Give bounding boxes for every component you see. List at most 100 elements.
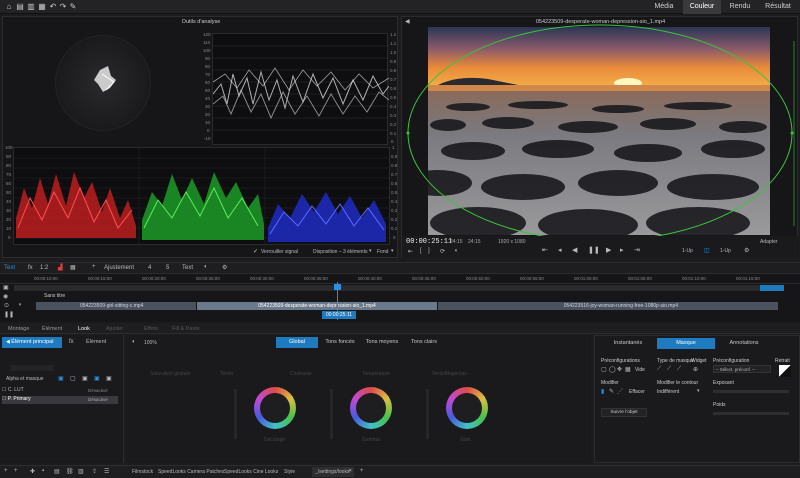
mask-paste-icon[interactable]: ▣ bbox=[82, 375, 88, 382]
redo-icon[interactable]: ↷ bbox=[58, 2, 68, 12]
tab-ratio[interactable]: 1:2 bbox=[40, 265, 48, 271]
clip-right[interactable]: 054223516-joy-woman-running-free-1080p-s… bbox=[438, 302, 778, 310]
eye-icon[interactable]: ◉ bbox=[3, 293, 8, 300]
next-clip-icon[interactable]: ⇥ bbox=[634, 246, 640, 254]
lock-icon[interactable]: ▣ bbox=[3, 284, 9, 291]
mask-copy-icon[interactable]: ▢ bbox=[70, 375, 76, 382]
color-wheel-offset[interactable] bbox=[254, 387, 296, 429]
tab-couleur[interactable]: Couleur bbox=[683, 0, 721, 14]
mask-add-icon[interactable]: ▣ bbox=[58, 375, 64, 382]
in-point-icon[interactable]: [ bbox=[420, 248, 422, 254]
timeline-scrollbar[interactable] bbox=[760, 285, 784, 291]
tab-global[interactable]: Global bbox=[276, 337, 318, 348]
color-wheel-gamma[interactable] bbox=[350, 387, 392, 429]
go-start-icon[interactable]: ⇤ bbox=[408, 248, 413, 255]
tab-look[interactable]: Look bbox=[78, 326, 90, 332]
scope-mode-dropdown[interactable]: Fond bbox=[377, 249, 388, 255]
shape-circle-icon[interactable]: ◯ bbox=[609, 366, 616, 373]
tab-4[interactable]: 4 bbox=[148, 265, 151, 271]
close-tab-icon[interactable]: ✕ bbox=[348, 468, 352, 474]
circle-icon[interactable]: ◐ bbox=[204, 264, 208, 270]
prev-clip-icon[interactable]: ⇤ bbox=[542, 246, 548, 254]
tab-5[interactable]: 5 bbox=[166, 265, 169, 271]
tab-tons-clairs[interactable]: Tons clairs bbox=[404, 337, 444, 348]
chevron-down-icon[interactable]: ▾ bbox=[369, 248, 372, 254]
play-icon[interactable]: ▶ bbox=[606, 246, 611, 254]
bottom-tab-camera-patches[interactable]: SpeedLooks Camera Patches bbox=[158, 469, 224, 475]
mask-type-free-icon[interactable]: ⟋ bbox=[677, 366, 681, 373]
tab-text-2[interactable]: Text bbox=[182, 265, 193, 271]
tab-tons-moyens[interactable]: Tons moyens bbox=[362, 337, 402, 348]
delete-icon[interactable]: ▪ bbox=[42, 468, 44, 474]
shape-grid-icon[interactable]: ▦ bbox=[625, 366, 631, 373]
track-visibility-icon[interactable]: ⊙ bbox=[4, 302, 9, 309]
erase-button[interactable]: Effacer bbox=[629, 389, 645, 395]
tab-media[interactable]: Média bbox=[645, 0, 683, 14]
tab-snapshots[interactable]: Instantanés bbox=[599, 338, 657, 349]
clip-main[interactable]: 054223509-desperate-woman-depression-sio… bbox=[197, 302, 437, 310]
add-layer-icon[interactable]: + bbox=[4, 468, 8, 474]
slider-gamma[interactable] bbox=[330, 389, 333, 439]
lock-signal-label[interactable]: Verrouiller signal bbox=[261, 249, 298, 255]
fx-tab[interactable]: fx bbox=[69, 339, 74, 345]
timeline-ruler[interactable]: 00:00:10:00 00:00:15:00 00:00:20:00 00:0… bbox=[0, 274, 800, 284]
track-audio-icon[interactable]: ◖ bbox=[18, 302, 22, 308]
tab-element[interactable]: Élément bbox=[42, 326, 62, 332]
exposure-slider[interactable] bbox=[713, 390, 789, 393]
play-reverse-icon[interactable]: ◀ bbox=[572, 246, 577, 254]
layer-row[interactable]: ☐ C. LUT Désactivé bbox=[2, 387, 118, 395]
grid-icon[interactable]: ▦ bbox=[70, 264, 76, 271]
zoom-dropdown[interactable]: Adapter bbox=[760, 239, 778, 245]
mask-delete-icon[interactable]: ▣ bbox=[106, 375, 112, 382]
mask-type-linear-icon[interactable]: ⟋ bbox=[657, 366, 661, 373]
tab-element-2[interactable]: Élément bbox=[86, 339, 106, 345]
bottom-tab-filmstock[interactable]: Filmstock bbox=[132, 469, 153, 475]
add-tab-icon[interactable]: + bbox=[360, 468, 364, 474]
pen-tool-icon[interactable]: ✎ bbox=[609, 388, 614, 395]
settings-icon[interactable]: ⚙ bbox=[222, 264, 227, 271]
tab-mask[interactable]: Masque bbox=[657, 338, 715, 349]
preset-select[interactable]: – Sélect. préconf. – bbox=[713, 365, 771, 373]
step-back-icon[interactable]: ◂ bbox=[558, 246, 562, 254]
tab-annotations[interactable]: Annotations bbox=[715, 338, 773, 349]
wrench-icon[interactable]: ✎ bbox=[68, 2, 78, 12]
export-icon[interactable]: ▦ bbox=[37, 2, 47, 12]
chevron-down-icon[interactable]: ▾ bbox=[391, 248, 394, 254]
tab-element-principal[interactable]: ◀ Élément principal bbox=[2, 337, 62, 348]
save-icon[interactable]: ▥ bbox=[26, 2, 36, 12]
step-forward-icon[interactable]: ▸ bbox=[620, 246, 624, 254]
pause-icon[interactable]: ❚❚ bbox=[4, 311, 14, 318]
tab-tons-fonces[interactable]: Tons foncés bbox=[320, 337, 360, 348]
chart-icon[interactable]: ▟ bbox=[58, 264, 63, 271]
layout-dropdown[interactable]: Disposition – 3 éléments bbox=[313, 249, 367, 255]
playhead-handle[interactable] bbox=[334, 284, 341, 290]
link-icon[interactable]: ⛓ bbox=[66, 468, 74, 475]
tab-fx[interactable]: fx bbox=[28, 265, 33, 271]
tab-text[interactable]: Text bbox=[4, 265, 15, 271]
shape-move-icon[interactable]: ✥ bbox=[617, 366, 622, 373]
open-icon[interactable]: ▤ bbox=[15, 2, 25, 12]
work-area-bar[interactable] bbox=[14, 285, 784, 291]
home-icon[interactable]: ⌂ bbox=[4, 2, 14, 12]
node-tool-icon[interactable]: ⋰ bbox=[617, 388, 623, 395]
settings-icon[interactable]: ⚙ bbox=[744, 247, 749, 254]
bottom-tab-cine-looks[interactable]: SpeedLooks Cine Looks bbox=[224, 469, 278, 475]
slider-gain[interactable] bbox=[426, 389, 429, 439]
add-layer-alt-icon[interactable]: + bbox=[14, 468, 18, 474]
tab-montage[interactable]: Montage bbox=[8, 326, 29, 332]
volume-icon[interactable]: ◖ bbox=[454, 248, 458, 254]
tab-adjust[interactable]: Ajustement bbox=[104, 265, 134, 271]
clip-left[interactable]: 054223509-girl-sitting-c.mp4 bbox=[36, 302, 196, 310]
mask-ellipse-overlay[interactable] bbox=[402, 21, 799, 251]
layer-row-selected[interactable]: ☐ P. Primary Désactivé bbox=[2, 396, 118, 404]
view-empty-label[interactable]: Vide bbox=[635, 367, 645, 373]
tab-effets[interactable]: Effets bbox=[144, 326, 158, 332]
mask-type-ellipse-icon[interactable]: ⟋ bbox=[667, 366, 671, 373]
checkmark-icon[interactable]: ✓ bbox=[253, 248, 258, 255]
select-tool-icon[interactable]: ▮ bbox=[601, 388, 604, 395]
view-mode-1[interactable]: 1-Up bbox=[682, 248, 693, 254]
retract-swatch[interactable] bbox=[779, 365, 791, 377]
out-point-icon[interactable]: ] bbox=[428, 248, 430, 254]
shape-square-icon[interactable]: ▢ bbox=[601, 366, 607, 373]
widget-icon[interactable]: ⊕ bbox=[693, 366, 698, 373]
